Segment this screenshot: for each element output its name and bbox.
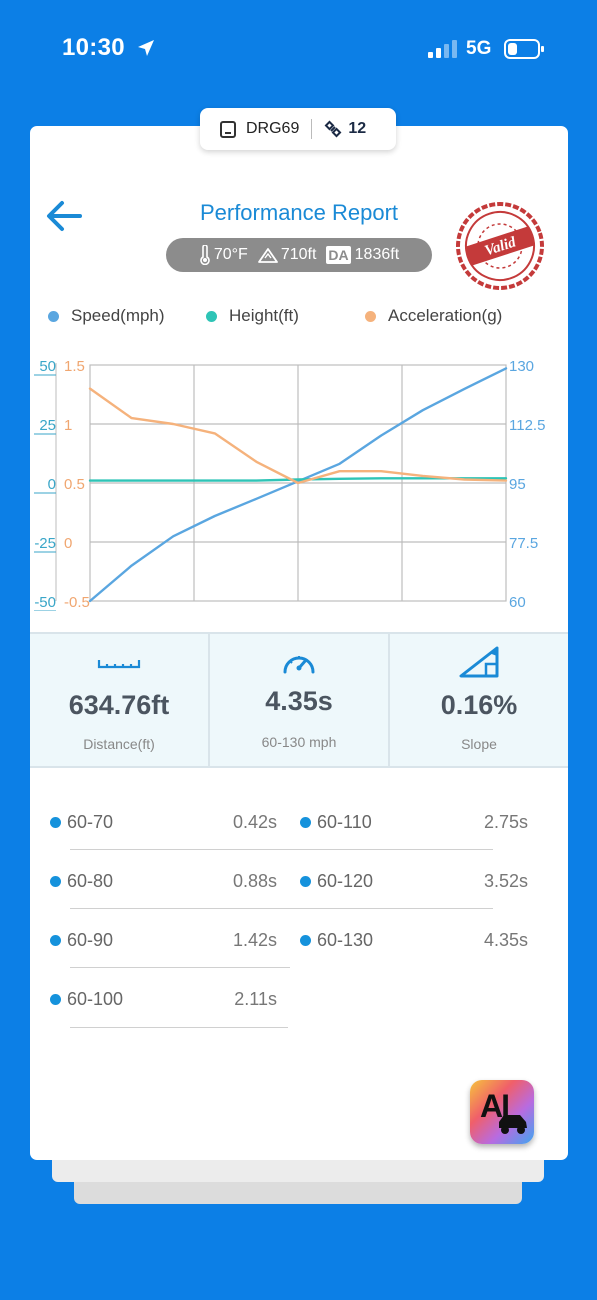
split-dot xyxy=(50,935,61,946)
height-axis-tick: -50 xyxy=(34,594,56,611)
speed-axis-tick: 130 xyxy=(509,358,534,375)
split-time: 2.75s xyxy=(483,812,528,832)
legend-height: Height(ft) xyxy=(206,306,299,326)
split-dot xyxy=(300,817,311,828)
device-icon xyxy=(220,120,236,138)
stats-panel: 634.76ft Distance(ft) 4.35s 60-130 mph 0… xyxy=(30,632,568,768)
split-time: 0.42s xyxy=(232,812,277,832)
split-range: 60-130 xyxy=(317,930,374,950)
stat-label: Slope xyxy=(461,736,497,752)
speed-axis-tick: 60 xyxy=(509,594,526,611)
legend-label: Acceleration(g) xyxy=(388,306,503,325)
split-time: 3.52s xyxy=(483,871,528,891)
chip-divider xyxy=(311,119,313,139)
split-dot xyxy=(50,994,61,1005)
density-altitude: DA 1836ft xyxy=(326,246,399,264)
da-badge: DA xyxy=(326,246,351,264)
slope-icon xyxy=(459,646,499,678)
height-axis-tick: 25 xyxy=(39,417,56,434)
split-divider xyxy=(288,849,493,850)
battery-icon xyxy=(504,39,544,59)
split-row: 60-120 3.52s xyxy=(300,865,528,905)
stat-label: Distance(ft) xyxy=(83,736,155,752)
speedometer-icon xyxy=(283,656,315,674)
split-time: 0.88s xyxy=(232,871,277,891)
split-range: 60-80 xyxy=(67,871,114,891)
legend-dot xyxy=(365,310,376,322)
split-range: 60-120 xyxy=(317,871,374,891)
stat-value: 4.35s xyxy=(265,686,333,716)
split-time: 4.35s xyxy=(483,930,528,950)
height-axis-tick: 50 xyxy=(39,358,56,375)
split-row: 60-130 4.35s xyxy=(300,924,528,964)
split-range: 60-110 xyxy=(317,812,372,832)
conditions-pill: 70°F 710ft DA 1836ft xyxy=(166,238,432,272)
stat-value: 634.76ft xyxy=(68,690,170,720)
report-card: Performance Report 70°F 710ft DA 1836ft xyxy=(30,126,568,1160)
stat-slope: 0.16% Slope xyxy=(388,634,568,766)
temperature-value: 70°F xyxy=(213,246,248,263)
split-dot xyxy=(50,876,61,887)
temperature: 70°F xyxy=(199,245,248,265)
acceleration-axis-tick: 0.5 xyxy=(64,476,85,493)
satellite-count: 12 xyxy=(348,120,367,137)
stat-time: 4.35s 60-130 mph xyxy=(208,634,388,766)
location-arrow-icon xyxy=(138,40,154,56)
legend-label: Speed(mph) xyxy=(71,306,165,325)
split-dot xyxy=(300,876,311,887)
height-axis-tick: 0 xyxy=(48,476,56,493)
device-name: DRG69 xyxy=(246,120,300,137)
split-range: 60-100 xyxy=(67,989,124,1009)
split-row: 60-80 0.88s xyxy=(50,865,277,905)
stat-label: 60-130 mph xyxy=(261,734,337,750)
acceleration-axis-tick: 0 xyxy=(64,535,72,552)
split-row: 60-90 1.42s xyxy=(50,924,277,964)
thermometer-icon xyxy=(200,245,210,265)
split-time: 2.11s xyxy=(234,989,277,1009)
split-row: 60-110 2.75s xyxy=(300,806,528,846)
signal-icon xyxy=(428,40,457,58)
performance-chart: 50 25 0 -25 -50 1.5 1 0.5 0 -0.5 130 112.5 95 77.5 60 xyxy=(34,358,545,611)
status-bar: 10:30 5G xyxy=(0,0,597,100)
speed-axis-tick: 112.5 xyxy=(509,417,545,434)
split-range: 60-70 xyxy=(67,812,114,832)
split-divider xyxy=(70,967,290,968)
legend-speed: Speed(mph) xyxy=(48,306,165,326)
acceleration-axis-tick: -0.5 xyxy=(64,594,90,611)
split-divider xyxy=(70,1027,288,1028)
speed-axis-tick: 77.5 xyxy=(509,535,538,552)
legend-acceleration: Acceleration(g) xyxy=(365,306,502,326)
density-altitude-value: 1836ft xyxy=(354,246,400,263)
split-divider xyxy=(70,849,290,850)
ai-assistant-button[interactable]: AI xyxy=(470,1080,534,1144)
split-row: 60-100 2.11s xyxy=(50,983,277,1023)
split-divider xyxy=(288,908,493,909)
chart-legend: Speed(mph) Height(ft) Acceleration(g) xyxy=(30,306,568,328)
legend-dot xyxy=(48,310,59,322)
car-icon xyxy=(499,1115,527,1134)
legend-label: Height(ft) xyxy=(229,306,299,325)
split-divider xyxy=(70,908,290,909)
speed-axis-tick: 95 xyxy=(509,476,526,493)
ruler-icon xyxy=(97,660,141,669)
mountain-icon xyxy=(257,248,278,263)
split-dot xyxy=(50,817,61,828)
acceleration-axis-tick: 1 xyxy=(64,417,72,434)
acceleration-axis-tick: 1.5 xyxy=(64,358,85,375)
stat-distance: 634.76ft Distance(ft) xyxy=(30,634,208,766)
split-dot xyxy=(300,935,311,946)
valid-stamp: Valid xyxy=(456,202,544,290)
split-row: 60-70 0.42s xyxy=(50,806,277,846)
satellite-icon xyxy=(324,120,342,138)
altitude: 710ft xyxy=(257,246,317,264)
stat-value: 0.16% xyxy=(440,690,518,720)
legend-dot xyxy=(206,310,217,322)
network-type: 5G xyxy=(466,38,492,59)
split-time: 1.42s xyxy=(232,930,277,950)
height-axis-tick: -25 xyxy=(34,535,56,552)
altitude-value: 710ft xyxy=(280,246,317,263)
status-time: 10:30 xyxy=(62,34,125,61)
split-range: 60-90 xyxy=(67,930,114,950)
device-chip[interactable]: DRG69 12 xyxy=(200,108,396,150)
